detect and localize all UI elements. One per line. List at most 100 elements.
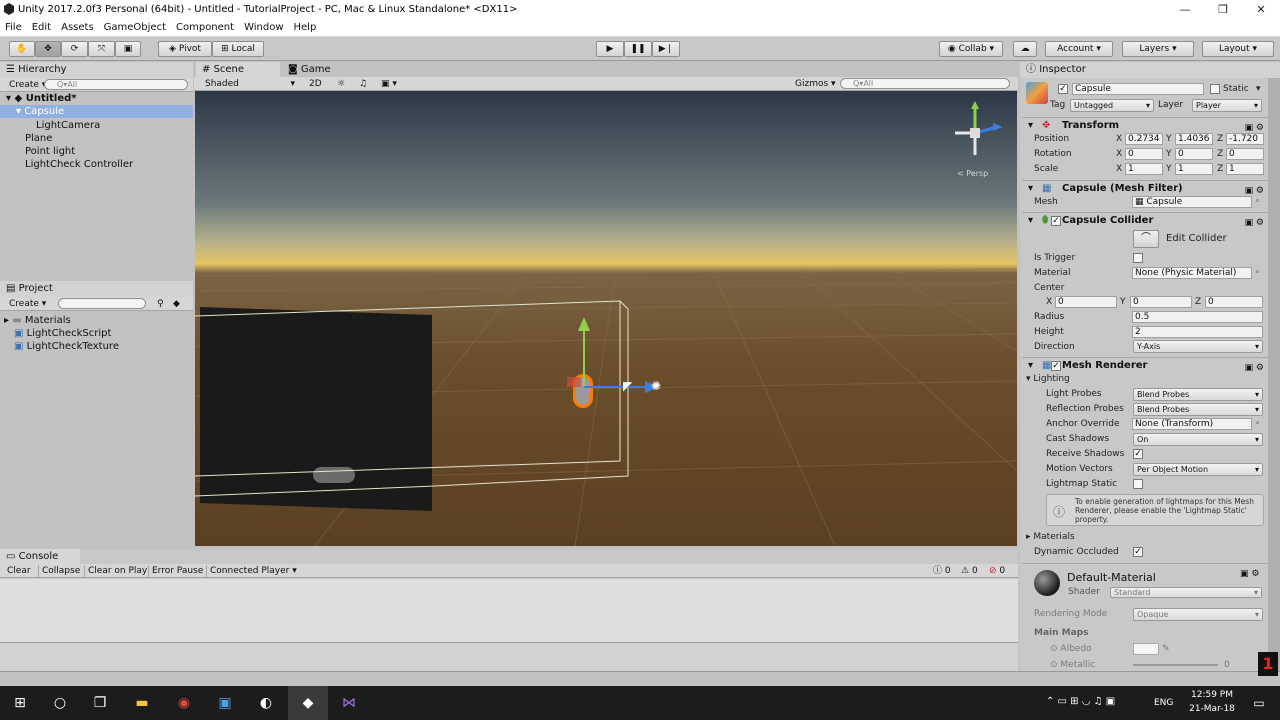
console-error-pause-button[interactable]: Error Pause: [148, 565, 206, 577]
albedo-color-swatch[interactable]: [1133, 643, 1159, 655]
inspector-tab[interactable]: ⓘ Inspector: [1020, 62, 1280, 78]
2d-toggle[interactable]: 2D: [306, 78, 325, 90]
lighting-toggle-icon[interactable]: ☼: [334, 78, 348, 90]
maximize-button[interactable]: ❐: [1204, 0, 1242, 19]
hand-tool-button[interactable]: ✋: [9, 41, 35, 57]
rotation-x-input[interactable]: 0: [1125, 148, 1163, 160]
layers-button[interactable]: Layers ▾: [1122, 41, 1194, 57]
capsule-collider-header[interactable]: ▾ ⬮ ✓ Capsule Collider ▣ ⚙: [1022, 212, 1268, 228]
material-header[interactable]: Default-Material Shader Standard ▣ ⚙: [1022, 563, 1268, 601]
hierarchy-create-button[interactable]: Create ▾: [6, 79, 49, 91]
orientation-gizmo[interactable]: [947, 99, 1007, 169]
play-button[interactable]: ▶: [596, 41, 624, 57]
edit-collider-button[interactable]: ⌒: [1133, 230, 1159, 248]
renderer-enabled-checkbox[interactable]: ✓: [1051, 361, 1061, 371]
hierarchy-item-point-light[interactable]: Point light: [25, 145, 75, 158]
is-trigger-checkbox[interactable]: [1133, 253, 1143, 263]
rotation-y-input[interactable]: 0: [1175, 148, 1213, 160]
close-button[interactable]: ✕: [1242, 0, 1280, 19]
scale-y-input[interactable]: 1: [1175, 163, 1213, 175]
dynamic-occluded-checkbox[interactable]: ✓: [1133, 547, 1143, 557]
material-menu-icon[interactable]: ▣ ⚙: [1240, 569, 1259, 579]
position-z-input[interactable]: -1.720: [1226, 133, 1264, 145]
lighting-foldout[interactable]: ▾ Lighting: [1026, 373, 1070, 385]
project-tab[interactable]: ▤ Project: [0, 281, 193, 297]
clock-time[interactable]: 12:59 PM: [1188, 690, 1236, 700]
tag-dropdown[interactable]: Untagged: [1070, 99, 1154, 112]
scale-z-input[interactable]: 1: [1226, 163, 1264, 175]
radius-input[interactable]: 0.5: [1132, 311, 1263, 323]
scene-search-input[interactable]: Q▾All: [840, 78, 1010, 89]
audio-toggle-icon[interactable]: ♫: [356, 78, 370, 90]
object-picker-icon[interactable]: ◦: [1255, 196, 1260, 208]
system-tray-icons[interactable]: ⌃ ▭ ⊞ ◡ ♫ ▣: [1046, 696, 1115, 707]
console-collapse-button[interactable]: Collapse: [38, 565, 83, 577]
file-explorer-icon[interactable]: ▬: [133, 694, 151, 712]
light-probes-dropdown[interactable]: Blend Probes: [1133, 388, 1263, 401]
mesh-renderer-header[interactable]: ▾ ▦ ✓ Mesh Renderer ▣ ⚙: [1022, 357, 1268, 373]
motion-vectors-dropdown[interactable]: Per Object Motion: [1133, 463, 1263, 476]
visual-studio-icon[interactable]: ⋈: [340, 694, 358, 712]
console-tab[interactable]: ▭ Console: [0, 549, 80, 565]
menu-component[interactable]: Component: [171, 19, 239, 36]
hierarchy-item-capsule[interactable]: ▾ Capsule: [0, 105, 193, 118]
move-tool-button[interactable]: ✥: [35, 41, 61, 57]
menu-window[interactable]: Window: [239, 19, 288, 36]
scene-viewport[interactable]: ✺ ◤ < Persp: [195, 91, 1017, 546]
rotation-z-input[interactable]: 0: [1226, 148, 1264, 160]
static-dropdown-icon[interactable]: ▾: [1256, 83, 1261, 95]
lightmap-static-checkbox[interactable]: [1133, 479, 1143, 489]
perspective-label[interactable]: < Persp: [957, 169, 988, 178]
object-picker-icon[interactable]: ◦: [1255, 267, 1260, 279]
camera-icon[interactable]: ◤: [623, 379, 632, 393]
reflection-probes-dropdown[interactable]: Blend Probes: [1133, 403, 1263, 416]
mesh-object-field[interactable]: ▦ Capsule: [1132, 196, 1252, 208]
receive-shadows-checkbox[interactable]: ✓: [1133, 449, 1143, 459]
active-checkbox[interactable]: ✓: [1058, 84, 1068, 94]
center-z-input[interactable]: 0: [1205, 296, 1263, 308]
static-checkbox[interactable]: [1210, 84, 1220, 94]
rendering-mode-dropdown[interactable]: Opaque: [1133, 608, 1263, 621]
menu-gameobject[interactable]: GameObject: [99, 19, 171, 36]
project-item-lightchecktexture[interactable]: ▣ LightCheckTexture: [14, 340, 119, 353]
store-icon[interactable]: ▣: [216, 694, 234, 712]
hierarchy-tab[interactable]: ☰ Hierarchy: [0, 62, 193, 78]
rotate-tool-button[interactable]: ⟳: [61, 41, 88, 57]
notifications-icon[interactable]: ▭: [1250, 694, 1268, 712]
height-input[interactable]: 2: [1132, 326, 1263, 338]
shader-dropdown[interactable]: Standard: [1110, 587, 1262, 598]
gizmos-dropdown[interactable]: Gizmos ▾: [792, 78, 839, 90]
task-view-icon[interactable]: ❐: [91, 694, 109, 712]
collab-button[interactable]: ◉ Collab ▾: [939, 41, 1003, 57]
console-log-area[interactable]: [0, 579, 1018, 642]
object-picker-icon[interactable]: ◦: [1255, 418, 1260, 430]
windows-start-icon[interactable]: ⊞: [11, 694, 29, 712]
scene-root[interactable]: ▾ ◆ Untitled*: [0, 92, 193, 105]
eyedropper-icon[interactable]: ✎: [1162, 643, 1170, 655]
step-button[interactable]: ▶❘: [652, 41, 680, 57]
minimize-button[interactable]: —: [1166, 0, 1204, 19]
filter-type-icon[interactable]: ⚲: [154, 298, 167, 310]
connected-player-dropdown[interactable]: Connected Player ▾: [206, 565, 300, 577]
project-search-input[interactable]: [58, 298, 146, 309]
anchor-override-field[interactable]: None (Transform): [1132, 418, 1252, 430]
hierarchy-item-plane[interactable]: Plane: [25, 132, 52, 145]
chrome-icon[interactable]: ◉: [175, 694, 193, 712]
layout-button[interactable]: Layout ▾: [1202, 41, 1274, 57]
unity-taskbar-button[interactable]: ◆: [288, 686, 328, 720]
menu-help[interactable]: Help: [289, 19, 322, 36]
console-info-toggle[interactable]: ⓘ 0: [930, 565, 954, 577]
center-y-input[interactable]: 0: [1130, 296, 1192, 308]
transform-header[interactable]: ▾ ✥ Transform ▣ ⚙: [1022, 117, 1268, 133]
rect-tool-button[interactable]: ▣: [115, 41, 141, 57]
position-y-input[interactable]: 1.4036: [1175, 133, 1213, 145]
hierarchy-item-lightcamera[interactable]: LightCamera: [36, 119, 100, 132]
menu-edit[interactable]: Edit: [27, 19, 56, 36]
component-menu-icon[interactable]: ▣ ⚙: [1245, 215, 1264, 231]
filter-label-icon[interactable]: ◆: [170, 298, 183, 310]
language-indicator[interactable]: ENG: [1154, 698, 1173, 708]
cortana-search-icon[interactable]: ○: [51, 694, 69, 712]
point-light-icon[interactable]: ✺: [651, 379, 661, 393]
component-menu-icon[interactable]: ▣ ⚙: [1245, 360, 1264, 376]
layer-dropdown[interactable]: Player: [1192, 99, 1262, 112]
